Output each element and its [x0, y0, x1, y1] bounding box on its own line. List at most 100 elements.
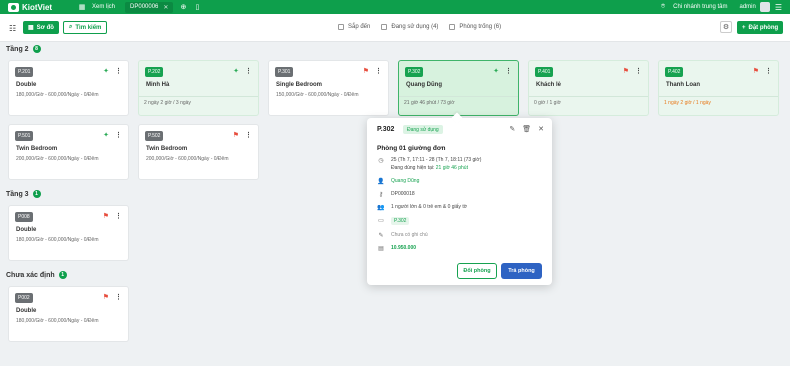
settings-gear-icon[interactable]: ⚙: [720, 21, 732, 33]
dirty-status-icon[interactable]: ⚑: [753, 68, 759, 75]
schedule-link[interactable]: ▦ Xem lịch: [78, 3, 115, 11]
branch-selector[interactable]: Chi nhánh trung tâm: [673, 4, 727, 10]
stay-duration: 0 giờ / 1 giờ: [534, 100, 561, 106]
room-card[interactable]: P.301 ⚑ ⋮ Single Bedroom 150,000/Giờ - 600,0…: [268, 60, 389, 116]
edit-icon[interactable]: ✎: [509, 125, 515, 133]
room-code-badge: P.402: [665, 67, 684, 77]
room-card[interactable]: P.302 ✦ ⋮ Quang Dũng 21 giờ 46 phút / 73 giờ: [398, 60, 519, 116]
floor-plan-button[interactable]: ▦ Sơ đồ: [23, 21, 59, 34]
room-count-badge: 1: [32, 190, 41, 198]
room-code-badge: P008: [15, 212, 33, 222]
note-row: ✎ Chưa có ghi chú: [377, 232, 428, 239]
checkbox[interactable]: [449, 24, 456, 30]
room-code-badge: P.401: [535, 67, 554, 77]
pencil-icon: ✎: [378, 233, 384, 239]
dirty-status-icon[interactable]: ⚑: [103, 213, 109, 220]
more-vertical-icon[interactable]: ⋮: [115, 132, 122, 139]
avatar[interactable]: [759, 2, 770, 12]
calendar-icon: ▦: [78, 4, 86, 11]
add-tab-icon[interactable]: ⊕: [179, 3, 187, 11]
clean-status-icon[interactable]: ✦: [493, 68, 499, 75]
in-use-label: Đang dùng hiện tại:: [391, 165, 435, 171]
guest-row: 👤 Quang Dũng: [377, 178, 419, 185]
divider: [399, 96, 518, 97]
popover-room-code: P.302: [377, 126, 395, 133]
checkbox[interactable]: [338, 24, 344, 30]
book-room-button[interactable]: + Đặt phòng: [737, 21, 784, 34]
room-card[interactable]: P.202 ✦ ⋮ Minh Hà 2 ngày 2 giờ / 3 ngày: [138, 60, 259, 116]
hamburger-menu-icon[interactable]: ☰: [775, 3, 782, 12]
more-vertical-icon[interactable]: ⋮: [115, 68, 122, 75]
brand-logo[interactable]: KiotViet: [8, 2, 78, 12]
room-card[interactable]: P.201 ✦ ⋮ Double 180,000/Giờ - 600,000/Ngày …: [8, 60, 129, 116]
room-count-badge: 8: [32, 45, 41, 53]
dirty-status-icon[interactable]: ⚑: [623, 68, 629, 75]
dirty-status-icon[interactable]: ⚑: [233, 132, 239, 139]
room-name: Khách lẻ: [536, 82, 562, 88]
more-vertical-icon[interactable]: ⋮: [115, 213, 122, 220]
clean-status-icon[interactable]: ✦: [233, 68, 239, 75]
room-price: 180,000/Giờ - 600,000/Ngày - 0/Đêm: [16, 318, 99, 324]
booking-code[interactable]: DP000018: [391, 191, 415, 198]
filter-upcoming-label: Sắp đến: [348, 24, 371, 30]
clean-status-icon[interactable]: ✦: [103, 132, 109, 139]
dirty-status-icon[interactable]: ⚑: [363, 68, 369, 75]
room-card[interactable]: P.502 ⚑ ⋮ Twin Bedroom 200,000/Giờ - 600,000…: [138, 124, 259, 180]
more-vertical-icon[interactable]: ⋮: [115, 294, 122, 301]
section-title: Tầng 2: [6, 45, 29, 53]
filter-vacant-label: Phòng trống (6): [459, 24, 502, 30]
dirty-status-icon[interactable]: ⚑: [103, 294, 109, 301]
filter-upcoming[interactable]: Sắp đến: [338, 24, 370, 30]
user-name[interactable]: admin: [739, 4, 755, 10]
filter-in-use[interactable]: Đang sử dụng (4): [381, 24, 438, 30]
more-vertical-icon[interactable]: ⋮: [375, 68, 382, 75]
list-view-icon[interactable]: ☷: [9, 24, 16, 33]
room-code-badge: P.201: [15, 67, 34, 77]
room-card[interactable]: P.401 ⚑ ⋮ Khách lẻ 0 giờ / 1 giờ: [528, 60, 649, 116]
room-price: 180,000/Giờ - 600,000/Ngày - 0/Đêm: [16, 92, 99, 98]
more-vertical-icon[interactable]: ⋮: [765, 68, 772, 75]
checkbox[interactable]: [381, 24, 388, 30]
user-icon: 👤: [377, 179, 385, 185]
room-card[interactable]: P002 ⚑ ⋮ Double 180,000/Giờ - 600,000/Ngày -…: [8, 286, 129, 342]
tab-order[interactable]: DP000006 ✕: [125, 1, 174, 13]
room-toolbar: ☷ ▦ Sơ đồ ⌕ Tìm kiếm Sắp đến Đang sử dụn…: [0, 14, 790, 42]
room-price: 200,000/Giờ - 600,000/Ngày - 0/Đêm: [146, 156, 229, 162]
trash-icon[interactable]: 🗑: [522, 125, 531, 133]
room-name: Quang Dũng: [406, 82, 442, 88]
room-name: Minh Hà: [146, 82, 170, 88]
room-price: 180,000/Giờ - 600,000/Ngày - 0/Đêm: [16, 237, 99, 243]
stay-duration: 2 ngày 2 giờ / 3 ngày: [144, 100, 191, 106]
filter-in-use-label: Đang sử dụng (4): [391, 24, 439, 30]
more-vertical-icon[interactable]: ⋮: [245, 132, 252, 139]
room-price: 200,000/Giờ - 600,000/Ngày - 0/Đêm: [16, 156, 99, 162]
clean-status-icon[interactable]: ✦: [103, 68, 109, 75]
search-button[interactable]: ⌕ Tìm kiếm: [63, 21, 108, 34]
section-unassigned: Chưa xác định 1: [6, 271, 67, 279]
filter-vacant[interactable]: Phòng trống (6): [449, 24, 501, 30]
brand-name: KiotViet: [22, 2, 53, 12]
room-tag: P.302: [391, 217, 410, 225]
book-room-label: Đặt phòng: [748, 24, 779, 31]
more-vertical-icon[interactable]: ⋮: [245, 68, 252, 75]
more-vertical-icon[interactable]: ⋮: [505, 68, 512, 75]
document-icon[interactable]: ▯: [193, 3, 201, 11]
more-vertical-icon[interactable]: ⋮: [635, 68, 642, 75]
top-navigation-bar: KiotViet ▦ Xem lịch DP000006 ✕ ⊕ ▯ ⌾ Chi…: [0, 0, 790, 14]
checkout-button[interactable]: Trả phòng: [501, 263, 542, 279]
divider: [659, 96, 778, 97]
swap-room-button[interactable]: Đổi phòng: [457, 263, 497, 279]
room-card[interactable]: P008 ⚑ ⋮ Double 180,000/Giờ - 600,000/Ngày -…: [8, 205, 129, 261]
room-name: Single Bedroom: [276, 82, 323, 88]
guest-name[interactable]: Quang Dũng: [391, 178, 419, 185]
room-type: Phòng 01 giường đơn: [377, 145, 446, 152]
close-tab-icon[interactable]: ✕: [163, 4, 168, 11]
location-pin-icon: ⌾: [661, 3, 666, 10]
close-icon[interactable]: ✕: [538, 125, 544, 133]
note[interactable]: Chưa có ghi chú: [391, 232, 428, 239]
room-card[interactable]: P.501 ✦ ⋮ Twin Bedroom 200,000/Giờ - 600,000…: [8, 124, 129, 180]
kiotviet-logo-icon: [8, 2, 19, 12]
stay-duration: 1 ngày 2 giờ / 1 ngày: [664, 100, 711, 106]
room-card[interactable]: P.402 ⚑ ⋮ Thanh Loan 1 ngày 2 giờ / 1 ngày: [658, 60, 779, 116]
booking-row: ⚷ DP000018: [377, 191, 415, 198]
